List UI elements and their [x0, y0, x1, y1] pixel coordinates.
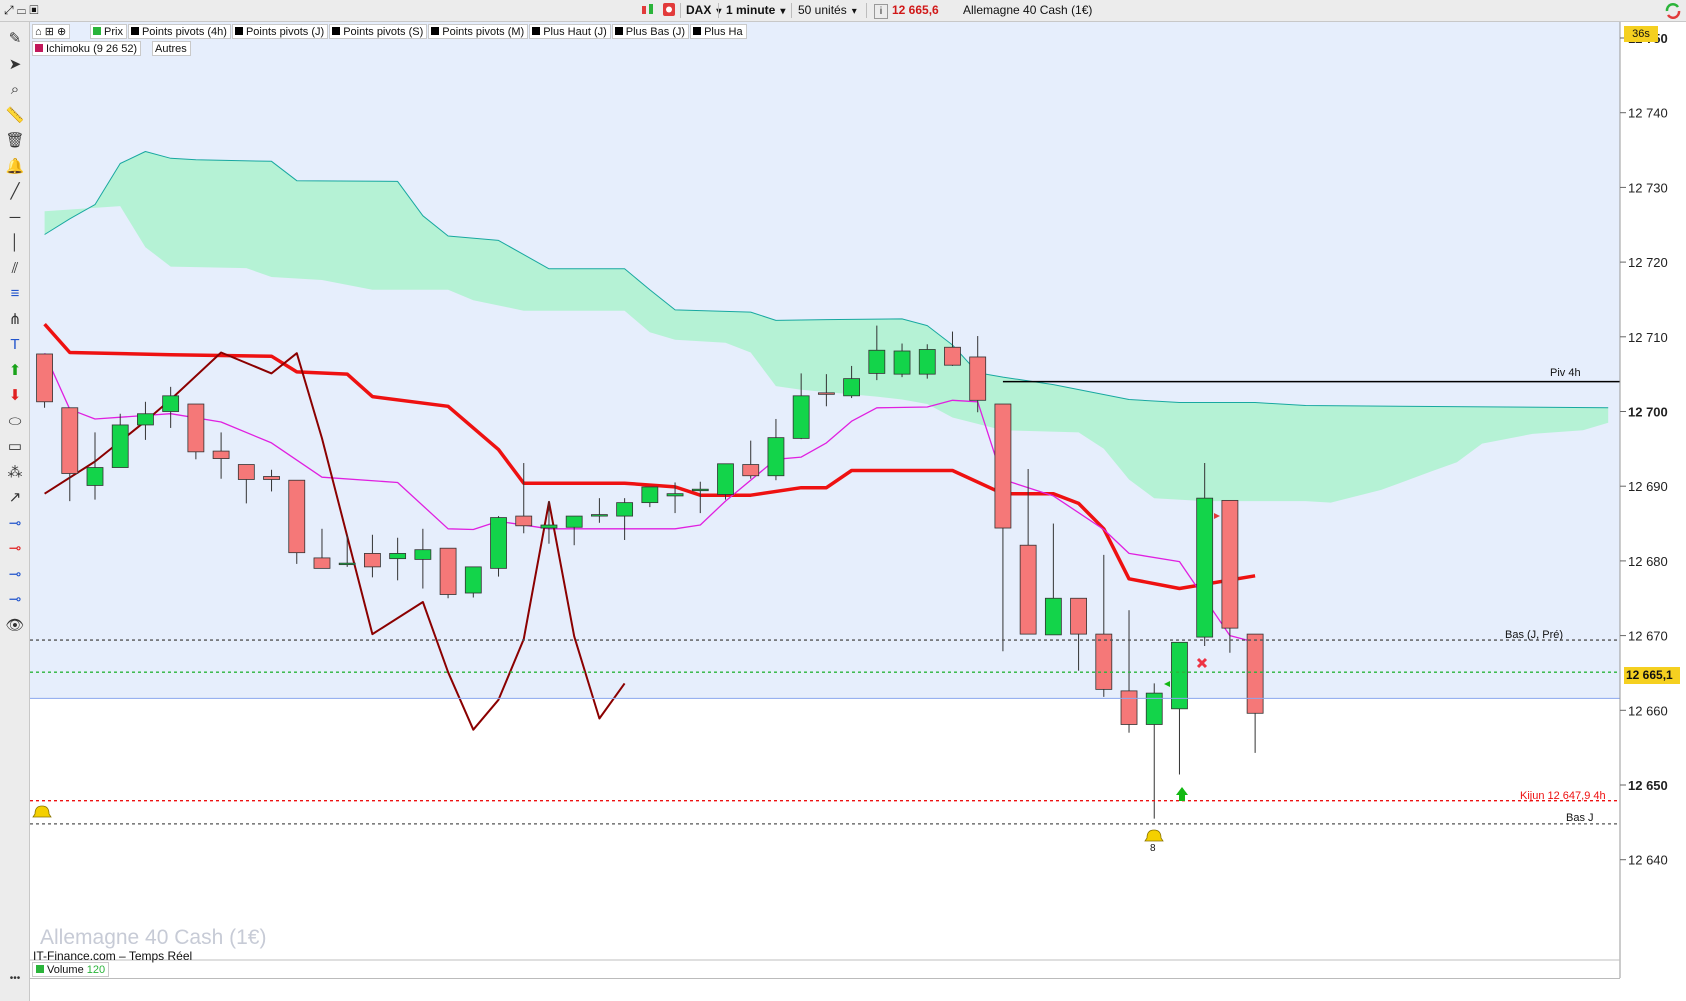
- legend-swatch: [532, 27, 541, 35]
- candle: [1246, 633, 1264, 714]
- candle: [1019, 544, 1037, 635]
- legend-item[interactable]: Plus Bas (J): [611, 24, 690, 39]
- legend-item[interactable]: Points pivots (4h): [127, 24, 231, 39]
- candle: [61, 407, 79, 474]
- legend-item[interactable]: Prix: [90, 24, 127, 39]
- candle: [792, 395, 810, 439]
- legend-others[interactable]: Autres: [152, 41, 191, 56]
- candle: [868, 349, 886, 374]
- candle: [187, 403, 205, 453]
- candle: [414, 549, 432, 560]
- legend-label: Points pivots (J): [245, 26, 325, 38]
- alert-count: 8: [1150, 843, 1156, 854]
- candle: [515, 515, 533, 527]
- piv4h-label: Piv 4h: [1550, 367, 1581, 379]
- candle: [893, 350, 911, 375]
- legend-item[interactable]: Points pivots (M): [428, 24, 529, 39]
- candle: [742, 464, 760, 477]
- candle: [1145, 692, 1163, 725]
- legend-swatch: [431, 27, 440, 35]
- legend-label: Prix: [104, 26, 123, 38]
- legend-item[interactable]: Plus Ha: [690, 24, 747, 39]
- candle: [691, 488, 709, 492]
- legend-label: Points pivots (S): [343, 26, 424, 38]
- candle: [338, 562, 356, 566]
- price-label: 12 660: [1628, 703, 1668, 718]
- price-label: 12 680: [1628, 554, 1668, 569]
- candle: [641, 486, 659, 504]
- candle: [162, 395, 180, 412]
- candle: [1095, 633, 1113, 690]
- legend-item[interactable]: Plus Haut (J): [529, 24, 611, 39]
- candle: [263, 476, 280, 480]
- kijun-label: Kijun 12 647,9 4h: [1520, 790, 1606, 802]
- candle: [212, 450, 230, 459]
- candle: [389, 553, 407, 560]
- candle: [313, 557, 331, 569]
- candle: [36, 353, 53, 403]
- candle: [1070, 597, 1087, 635]
- candle: [616, 502, 634, 517]
- price-label: 12 720: [1628, 255, 1668, 270]
- price-axis: 12 75012 74012 73012 72012 71012 70012 6…: [1620, 31, 1668, 868]
- candle: [86, 467, 104, 486]
- candle: [591, 514, 608, 517]
- candle: [944, 346, 961, 366]
- volume-legend[interactable]: Volume 120: [32, 962, 110, 977]
- price-chart[interactable]: 12 75012 74012 73012 72012 71012 70012 6…: [0, 0, 1686, 1001]
- candle: [666, 493, 684, 497]
- bas-j-pre-label: Bas (J, Pré): [1505, 629, 1564, 641]
- candle: [1120, 690, 1138, 725]
- legend-swatch: [234, 27, 243, 35]
- legend-swatch: [332, 27, 341, 35]
- price-label: 12 640: [1628, 853, 1668, 868]
- candle: [237, 464, 255, 480]
- legend-settings-icons[interactable]: ⌂ ⊞ ⊕: [32, 24, 71, 39]
- price-label: 12 670: [1628, 629, 1668, 644]
- time-axis-bar: [30, 978, 1620, 1001]
- legend-item[interactable]: Points pivots (J): [231, 24, 329, 39]
- candle: [817, 392, 835, 395]
- legend-item[interactable]: Points pivots (S): [329, 24, 428, 39]
- legend-swatch: [614, 27, 623, 35]
- candle: [843, 378, 860, 397]
- candle-timer: 36s: [1624, 26, 1658, 42]
- candle: [767, 437, 785, 477]
- candle: [439, 547, 457, 595]
- bas-j-label: Bas J: [1566, 812, 1594, 824]
- price-label: 12 710: [1628, 330, 1668, 345]
- candle: [565, 515, 583, 528]
- legend-label: Points pivots (M): [442, 26, 525, 38]
- candle: [364, 553, 381, 568]
- current-price-tag: 12 665,1: [1624, 667, 1680, 684]
- candle: [1221, 499, 1239, 629]
- candle: [969, 356, 987, 401]
- candle: [994, 403, 1012, 529]
- price-label: 12 730: [1628, 180, 1668, 195]
- price-label: 12 690: [1628, 479, 1668, 494]
- legend-swatch: [693, 27, 702, 35]
- legend-swatch: [130, 27, 139, 35]
- candle: [111, 424, 129, 468]
- legend-indicator-ichimoku[interactable]: Ichimoku (9 26 52): [32, 41, 142, 56]
- candle: [490, 517, 507, 569]
- candle: [137, 413, 154, 426]
- legend-label: Plus Haut (J): [543, 26, 607, 38]
- legend-swatch: [93, 27, 101, 35]
- candle: [540, 524, 558, 529]
- legend-label: Points pivots (4h): [141, 26, 227, 38]
- price-label: 12 740: [1628, 106, 1668, 121]
- candle: [464, 566, 482, 594]
- candle: [1196, 497, 1214, 638]
- price-label: 12 700: [1628, 405, 1668, 420]
- price-label: 12 650: [1628, 778, 1668, 793]
- candle: [288, 479, 306, 554]
- legend-label: Plus Bas (J): [625, 26, 686, 38]
- data-source: IT-Finance.com – Temps Réel: [33, 949, 193, 963]
- candle: [717, 463, 734, 495]
- candle: [918, 349, 936, 375]
- watermark: Allemagne 40 Cash (1€): [40, 926, 267, 949]
- candle: [1044, 597, 1062, 636]
- legend-label: Plus Ha: [704, 26, 743, 38]
